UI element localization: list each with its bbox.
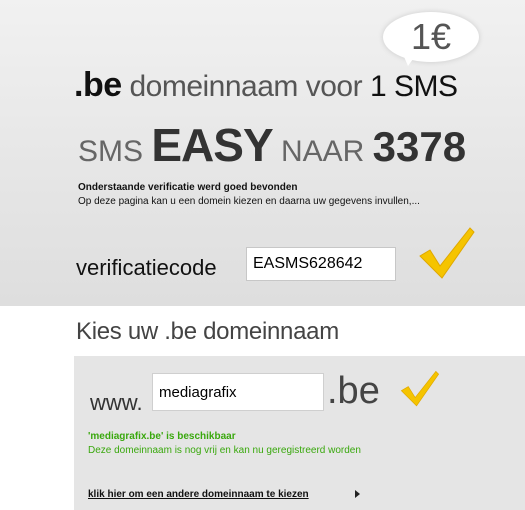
checkmark-icon (400, 370, 440, 407)
price-label: 1€ (410, 16, 452, 57)
availability-text: Deze domeinnaam is nog vrij en kan nu ge… (88, 445, 361, 456)
headline-sms: 1 SMS (369, 70, 458, 103)
headline: .be domeinnaam voor 1 SMS (74, 66, 458, 105)
domain-section-title: Kies uw .be domeinnaam (76, 318, 339, 345)
headline-tld: .be (74, 66, 122, 104)
slogan-keyword: EASY (151, 119, 273, 171)
domain-input[interactable] (152, 373, 324, 411)
slogan: SMS EASY NAAR 3378 (78, 118, 466, 172)
slogan-number: 3378 (372, 123, 467, 170)
checkmark-icon (419, 227, 475, 279)
verification-subtitle: Op deze pagina kan u een domein kiezen e… (78, 196, 420, 207)
verification-code-input[interactable] (246, 247, 396, 281)
headline-middle: domeinnaam voor (121, 70, 370, 103)
slogan-part2: NAAR (272, 135, 373, 168)
www-prefix: www. (90, 390, 143, 415)
other-domain-link[interactable]: klik hier om een andere domeinnaam te ki… (88, 489, 309, 500)
verification-title: Onderstaande verificatie werd goed bevon… (78, 182, 298, 193)
slogan-part1: SMS (78, 135, 152, 168)
verification-code-label: verificatiecode (76, 255, 217, 280)
arrow-right-icon (355, 490, 360, 498)
availability-title: 'mediagrafix.be' is beschikbaar (88, 431, 236, 442)
tld-suffix: .be (327, 370, 380, 412)
